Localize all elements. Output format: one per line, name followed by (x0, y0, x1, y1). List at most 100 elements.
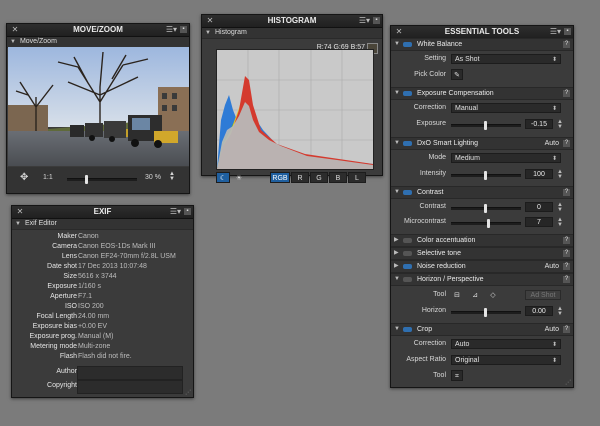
pin-icon[interactable]: ▪ (373, 17, 380, 24)
pin-icon[interactable]: ▪ (184, 208, 191, 215)
collapse-triangle-icon[interactable]: ▼ (205, 28, 213, 38)
menu-icon[interactable]: ☰▾ (166, 24, 177, 36)
author-input[interactable] (77, 366, 183, 380)
wb-setting-dropdown[interactable]: As Shot ⬍ (451, 54, 561, 64)
contrast-value[interactable]: 0 (525, 202, 553, 212)
enable-toggle[interactable] (403, 251, 412, 256)
expand-triangle-icon[interactable]: ▶ (394, 235, 402, 246)
contrast-slider-thumb[interactable] (484, 204, 487, 213)
collapse-triangle-icon[interactable]: ▼ (15, 219, 23, 229)
exposure-slider[interactable] (451, 121, 521, 130)
crop-correction-dropdown[interactable]: Auto ⬍ (451, 339, 561, 349)
close-icon[interactable]: ✕ (16, 208, 24, 216)
crop-icon[interactable]: ⌗ (451, 370, 463, 381)
menu-icon[interactable]: ☰▾ (170, 206, 181, 218)
help-icon[interactable]: ? (563, 237, 570, 244)
microcontrast-value[interactable]: 7 (525, 217, 553, 227)
collapse-triangle-icon[interactable]: ▼ (394, 274, 402, 285)
zoom-slider[interactable] (67, 175, 137, 184)
channel-l-button[interactable]: L (348, 172, 366, 183)
channel-b-button[interactable]: B (329, 172, 347, 183)
horizon-value[interactable]: 0.00 (525, 306, 553, 316)
histogram-titlebar[interactable]: ✕ HISTOGRAM ☰▾ ▪ (202, 15, 382, 28)
intensity-slider-thumb[interactable] (484, 171, 487, 180)
section-horizon-perspective[interactable]: ▼ Horizon / Perspective ? (391, 273, 573, 286)
section-exposure-compensation[interactable]: ▼ Exposure Compensation ? (391, 87, 573, 100)
collapse-triangle-icon[interactable]: ▼ (394, 324, 402, 335)
pin-icon[interactable]: ▪ (180, 26, 187, 33)
as-shot-button[interactable]: Ad Shot (525, 290, 561, 300)
section-white-balance[interactable]: ▼ White Balance ? (391, 38, 573, 51)
enable-toggle[interactable] (403, 238, 412, 243)
exposure-value[interactable]: -0.15 (525, 119, 553, 129)
exposure-correction-dropdown[interactable]: Manual ⬍ (451, 103, 561, 113)
contrast-stepper-icon[interactable]: ▲ ▼ (557, 202, 563, 213)
preview-photo[interactable] (8, 47, 189, 166)
collapse-triangle-icon[interactable]: ▼ (394, 138, 402, 149)
intensity-value[interactable]: 100 (525, 169, 553, 179)
section-selective-tone[interactable]: ▶ Selective tone ? (391, 247, 573, 260)
horizon-level-icon[interactable]: ⊟ (451, 289, 463, 300)
enable-toggle[interactable] (403, 91, 412, 96)
horizon-slider-thumb[interactable] (484, 308, 487, 317)
shadow-clip-icon[interactable]: ☾ (216, 172, 230, 183)
exposure-slider-thumb[interactable] (484, 121, 487, 130)
microcontrast-stepper-icon[interactable]: ▲ ▼ (557, 217, 563, 228)
section-noise-reduction[interactable]: ▶ Noise reduction Auto ? (391, 260, 573, 273)
close-icon[interactable]: ✕ (11, 26, 19, 34)
perspective-free-icon[interactable]: ◇ (487, 289, 499, 300)
help-icon[interactable]: ? (563, 41, 570, 48)
exif-titlebar[interactable]: ✕ EXIF ☰▾ ▪ (12, 206, 193, 219)
collapse-triangle-icon[interactable]: ▼ (394, 88, 402, 99)
collapse-triangle-icon[interactable]: ▼ (394, 187, 402, 198)
channel-g-button[interactable]: G (310, 172, 328, 183)
enable-toggle[interactable] (403, 190, 412, 195)
help-icon[interactable]: ? (563, 140, 570, 147)
help-icon[interactable]: ? (563, 263, 570, 270)
movezoom-titlebar[interactable]: ✕ MOVE/ZOOM ☰▾ ▪ (7, 24, 189, 37)
enable-toggle[interactable] (403, 327, 412, 332)
ratio-label[interactable]: 1:1 (43, 174, 53, 181)
pin-icon[interactable]: ▪ (564, 28, 571, 35)
help-icon[interactable]: ? (563, 276, 570, 283)
histogram-subheader[interactable]: ▼ Histogram (202, 28, 382, 39)
channel-rgb-button[interactable]: RGB (270, 172, 290, 183)
expand-triangle-icon[interactable]: ▶ (394, 248, 402, 259)
enable-toggle[interactable] (403, 141, 412, 146)
microcontrast-slider-thumb[interactable] (487, 219, 490, 228)
section-color-accentuation[interactable]: ▶ Color accentuation ? (391, 234, 573, 247)
eyedropper-icon[interactable]: ✎ (451, 69, 463, 80)
collapse-triangle-icon[interactable]: ▼ (394, 39, 402, 50)
collapse-triangle-icon[interactable]: ▼ (10, 37, 18, 47)
enable-toggle[interactable] (403, 277, 412, 282)
horizon-stepper-icon[interactable]: ▲ ▼ (557, 306, 563, 317)
help-icon[interactable]: ? (563, 326, 570, 333)
highlight-clip-icon[interactable]: ☀ (232, 172, 246, 183)
menu-icon[interactable]: ☰▾ (550, 26, 561, 38)
resize-grip-icon[interactable]: ⋰ (565, 379, 571, 386)
zoom-value[interactable]: 30 % (145, 174, 161, 181)
intensity-stepper-icon[interactable]: ▲ ▼ (557, 169, 563, 180)
zoom-stepper-icon[interactable]: ▲ ▼ (169, 171, 175, 182)
section-smart-lighting[interactable]: ▼ DxO Smart Lighting Auto ? (391, 137, 573, 150)
help-icon[interactable]: ? (563, 90, 570, 97)
intensity-slider[interactable] (451, 171, 521, 180)
help-icon[interactable]: ? (563, 250, 570, 257)
zoom-slider-thumb[interactable] (85, 175, 88, 184)
section-crop[interactable]: ▼ Crop Auto ? (391, 323, 573, 336)
perspective-rect-icon[interactable]: ⊿ (469, 289, 481, 300)
microcontrast-slider[interactable] (451, 219, 521, 228)
close-icon[interactable]: ✕ (206, 17, 214, 25)
exif-subheader[interactable]: ▼ Exif Editor (12, 219, 193, 230)
channel-r-button[interactable]: R (291, 172, 309, 183)
exposure-stepper-icon[interactable]: ▲ ▼ (557, 119, 563, 130)
contrast-slider[interactable] (451, 204, 521, 213)
close-icon[interactable]: ✕ (395, 28, 403, 36)
move-cross-icon[interactable]: ✥ (20, 172, 28, 183)
resize-grip-icon[interactable]: ⋰ (185, 389, 191, 396)
horizon-slider[interactable] (451, 308, 521, 317)
enable-toggle[interactable] (403, 264, 412, 269)
enable-toggle[interactable] (403, 42, 412, 47)
copyright-input[interactable] (77, 380, 183, 394)
help-icon[interactable]: ? (563, 189, 570, 196)
